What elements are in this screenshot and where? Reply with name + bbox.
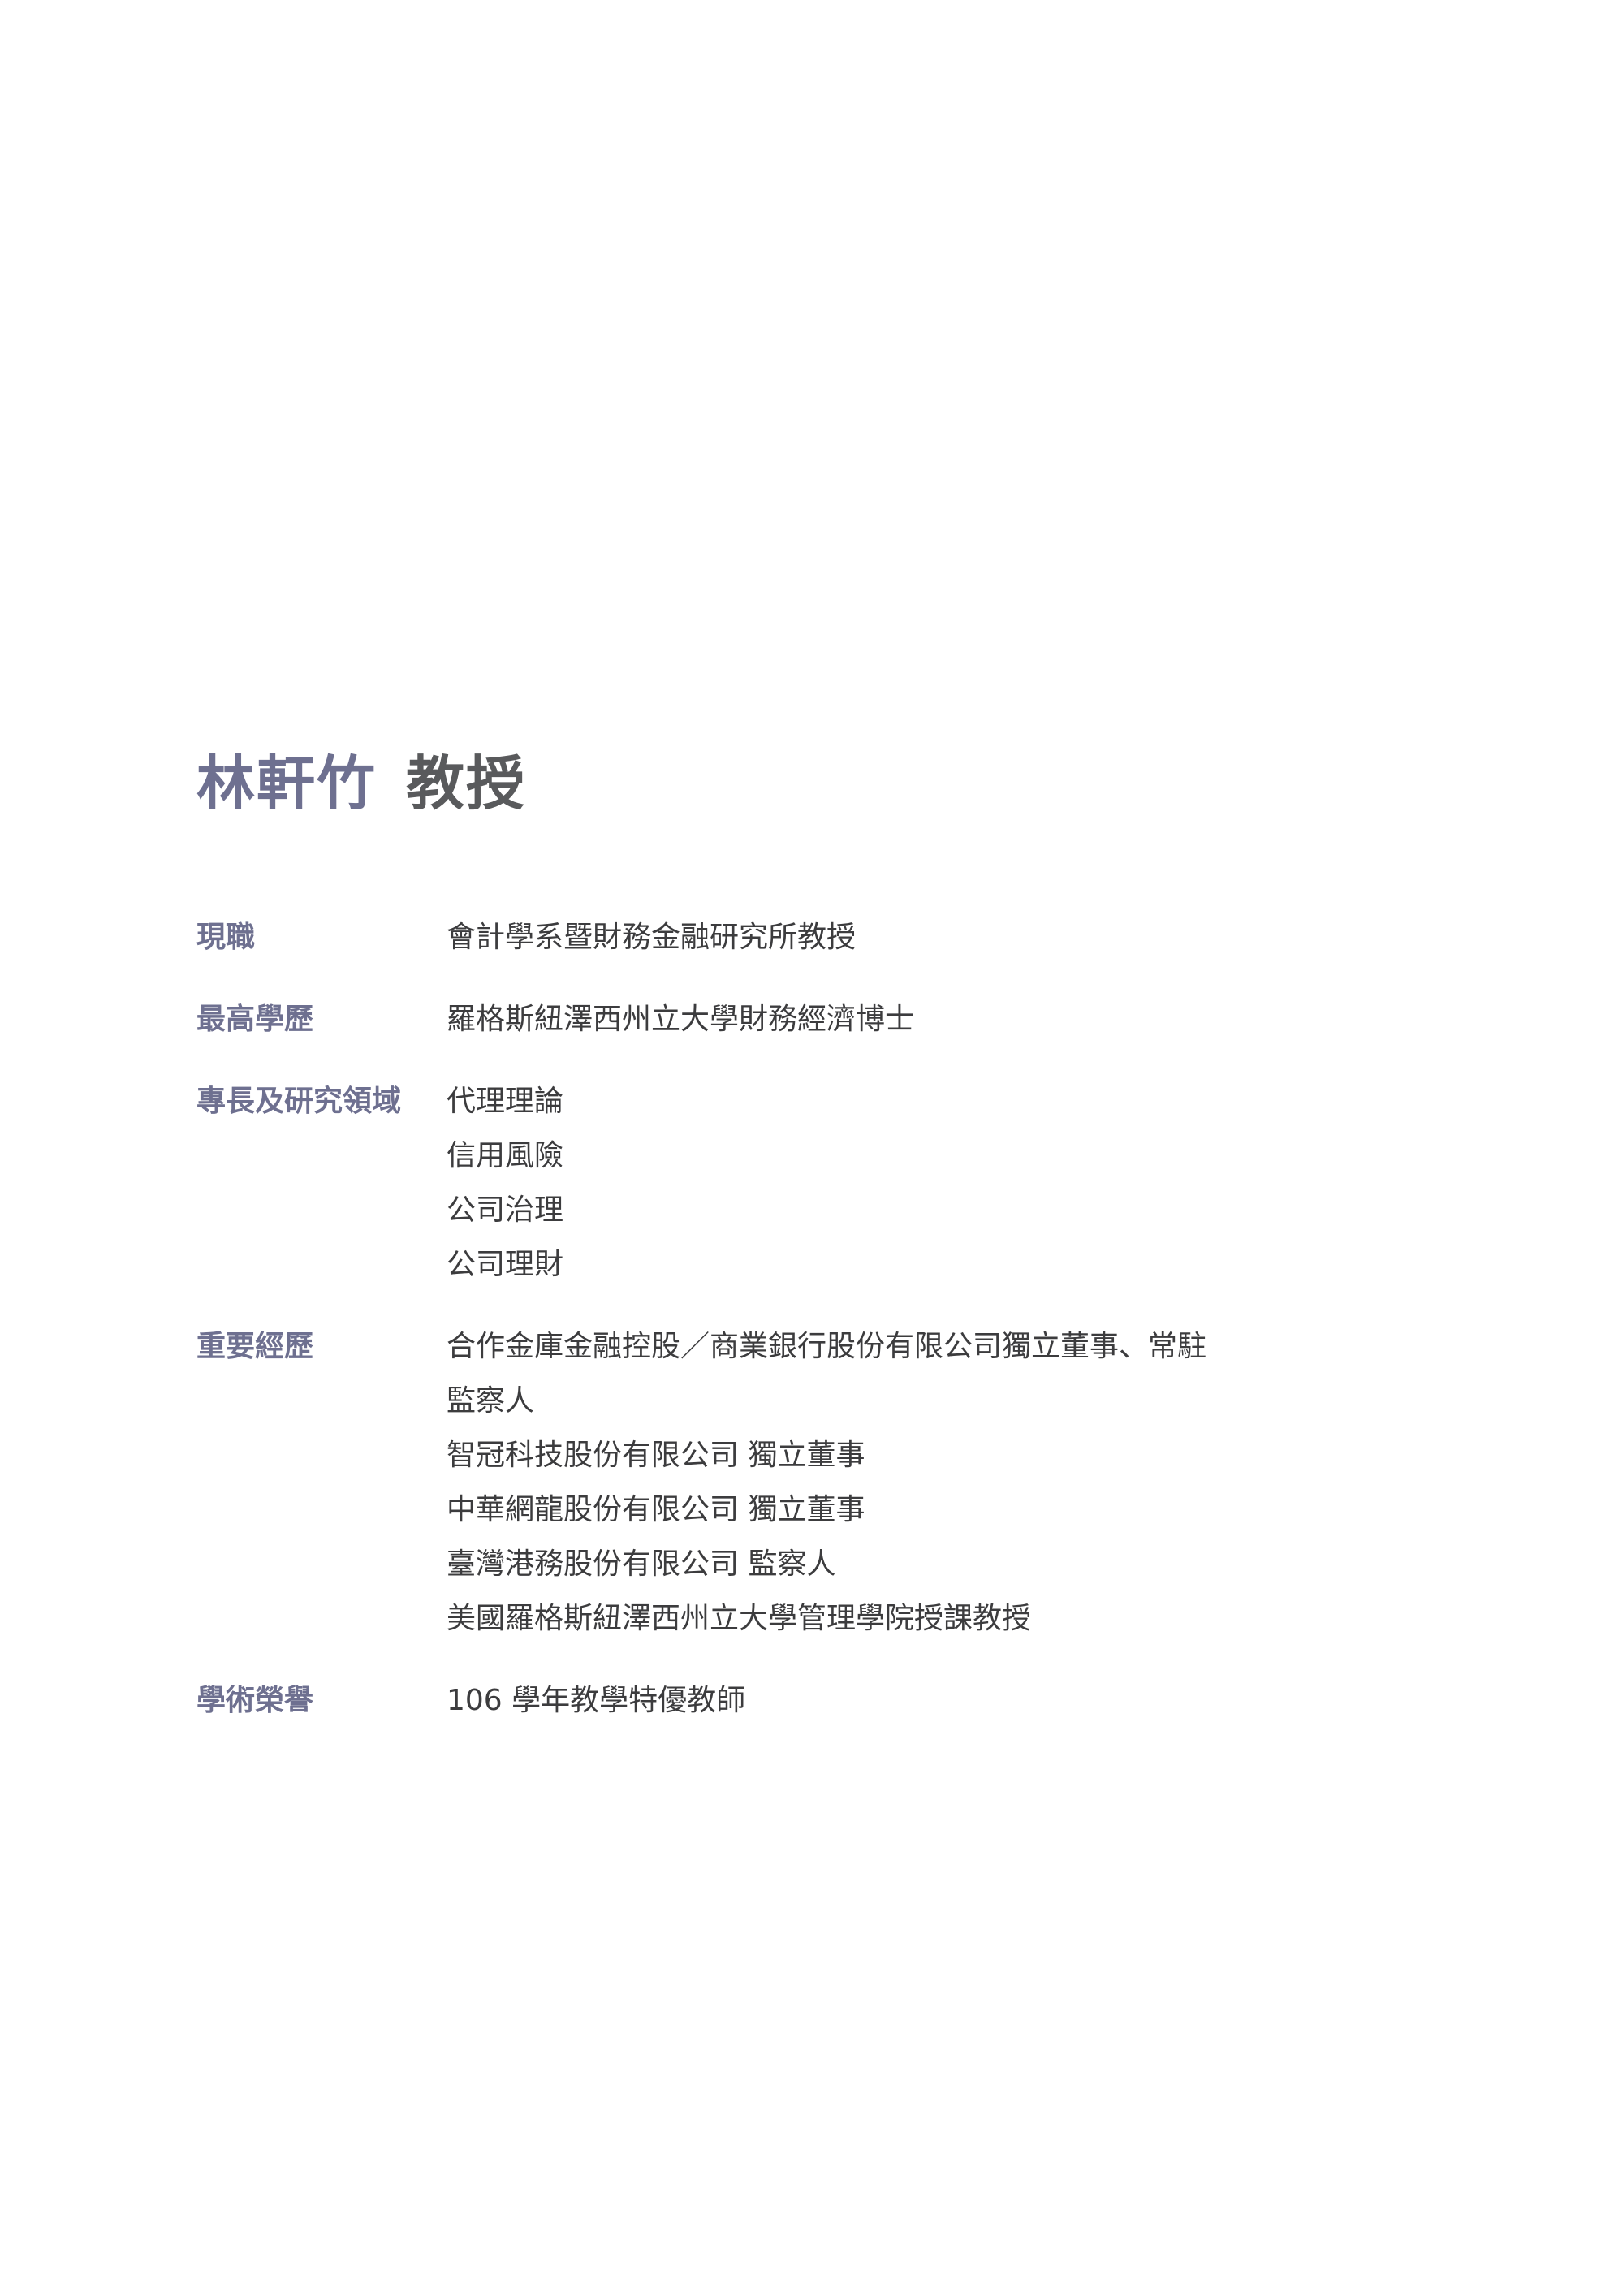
- expertise-values: 代理理論 信用風險 公司治理 公司理財: [447, 1074, 1463, 1292]
- list-item: 中華網龍股份有限公司 獨立董事: [447, 1493, 865, 1526]
- list-item: 美國羅格斯紐澤西州立大學管理學院授課教授: [447, 1602, 1032, 1635]
- list-item: 代理理論: [447, 1085, 564, 1118]
- page-title: 林軒竹 教授: [196, 743, 526, 824]
- expertise-row: 專長及研究領域 代理理論 信用風險 公司治理 公司理財: [196, 1074, 1463, 1292]
- professor-rank: 教授: [406, 749, 527, 818]
- list-item: 合作金庫金融控股／商業銀行股份有限公司獨立董事、常駐: [447, 1330, 1207, 1363]
- honors-label: 學術榮譽: [196, 1684, 314, 1717]
- expertise-label: 專長及研究領域: [196, 1085, 402, 1118]
- education-label: 最高學歷: [196, 1003, 314, 1036]
- list-item: 智冠科技股份有限公司 獨立董事: [447, 1439, 865, 1472]
- professor-name: 林軒竹: [196, 749, 378, 818]
- experience-values: 合作金庫金融控股／商業銀行股份有限公司獨立董事、常駐 監察人 智冠科技股份有限公…: [447, 1319, 1463, 1646]
- list-item: 監察人: [447, 1384, 535, 1418]
- profile-details: 現職 會計學系暨財務金融研究所教授 最高學歷 羅格斯紐澤西州立大學財務經濟博士 …: [196, 910, 1463, 1728]
- current-position-label: 現職: [196, 921, 256, 954]
- current-position-row: 現職 會計學系暨財務金融研究所教授: [196, 910, 1463, 965]
- list-item: 臺灣港務股份有限公司 監察人: [447, 1547, 836, 1581]
- honors-values: 106 學年教學特優教師: [447, 1673, 1463, 1728]
- list-item: 106 學年教學特優教師: [447, 1684, 746, 1717]
- experience-row: 重要經歷 合作金庫金融控股／商業銀行股份有限公司獨立董事、常駐 監察人 智冠科技…: [196, 1319, 1463, 1646]
- list-item: 會計學系暨財務金融研究所教授: [447, 921, 857, 954]
- list-item: 信用風險: [447, 1139, 564, 1172]
- education-values: 羅格斯紐澤西州立大學財務經濟博士: [447, 992, 1463, 1047]
- honors-row: 學術榮譽 106 學年教學特優教師: [196, 1673, 1463, 1728]
- current-position-values: 會計學系暨財務金融研究所教授: [447, 910, 1463, 965]
- education-row: 最高學歷 羅格斯紐澤西州立大學財務經濟博士: [196, 992, 1463, 1047]
- list-item: 公司治理: [447, 1193, 564, 1227]
- list-item: 羅格斯紐澤西州立大學財務經濟博士: [447, 1003, 915, 1036]
- list-item: 公司理財: [447, 1248, 564, 1281]
- experience-label: 重要經歷: [196, 1330, 314, 1363]
